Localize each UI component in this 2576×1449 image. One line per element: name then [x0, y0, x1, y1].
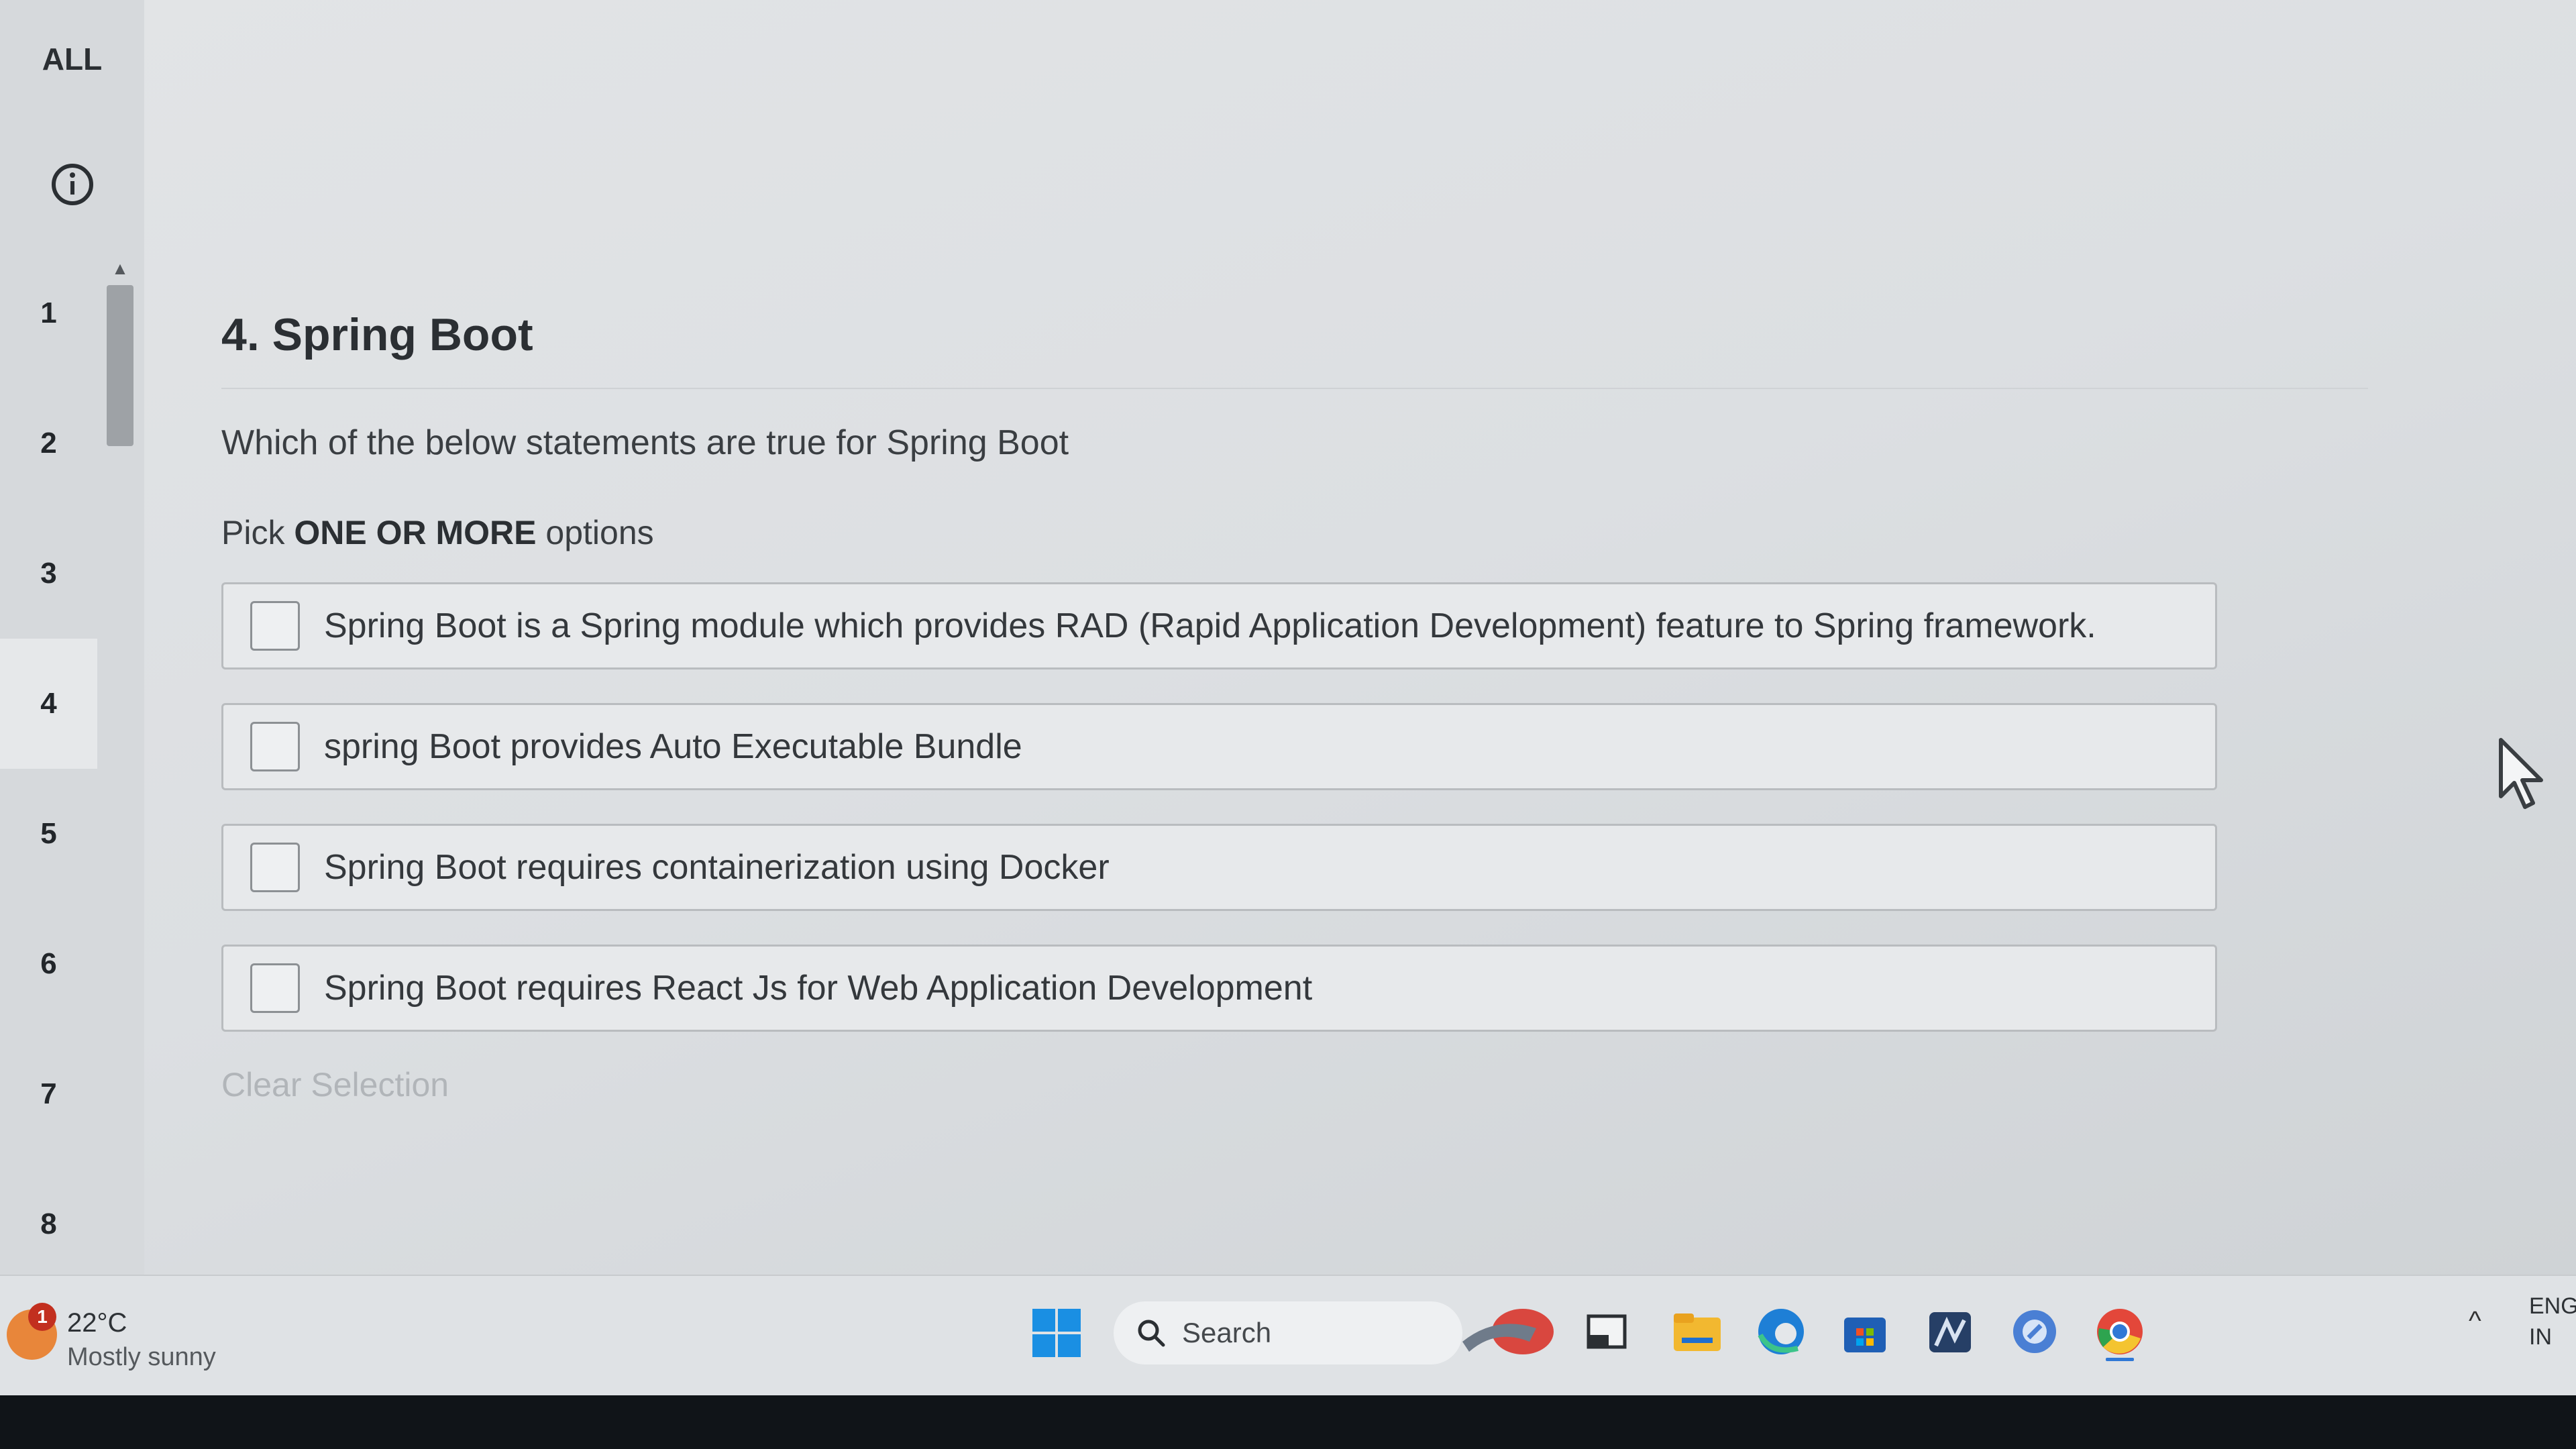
option-label: Spring Boot requires containerization us… — [324, 848, 1110, 887]
taskbar-search[interactable]: Search — [1114, 1301, 1462, 1364]
divider — [221, 388, 2368, 389]
screen-bezel — [0, 1395, 2576, 1449]
option-checkbox[interactable] — [250, 843, 300, 892]
question-navigator: ALL 1 2 3 4 5 6 7 8 ▲ ▼ — [0, 0, 144, 1301]
option-3[interactable]: Spring Boot requires containerization us… — [221, 824, 2217, 911]
option-4[interactable]: Spring Boot requires React Js for Web Ap… — [221, 945, 2217, 1032]
task-view-icon[interactable] — [1576, 1301, 1637, 1362]
question-text: Which of the below statements are true f… — [221, 423, 1069, 462]
widget-app-icon[interactable] — [1456, 1301, 1556, 1362]
nav-info[interactable] — [0, 127, 144, 241]
question-panel: 4. Spring Boot Which of the below statem… — [221, 309, 2368, 1104]
clear-selection-button[interactable]: Clear Selection — [221, 1065, 2234, 1104]
question-list: 1 2 3 4 5 6 7 8 — [0, 248, 97, 1289]
region-code: IN — [2529, 1324, 2552, 1350]
nav-question-3[interactable]: 3 — [0, 508, 97, 639]
search-label: Search — [1182, 1317, 1272, 1348]
option-label: Spring Boot is a Spring module which pro… — [324, 606, 2096, 645]
nav-question-6[interactable]: 6 — [0, 899, 97, 1029]
scroll-thumb[interactable] — [107, 285, 133, 446]
nav-question-8[interactable]: 8 — [0, 1159, 97, 1289]
info-icon — [51, 164, 93, 205]
tray-expand-icon[interactable]: ^ — [2469, 1306, 2481, 1336]
nav-question-4[interactable]: 4 — [0, 639, 97, 769]
mouse-cursor-icon — [2499, 738, 2543, 809]
notification-badge: 1 — [28, 1303, 56, 1331]
weather-condition: Mostly sunny — [67, 1343, 216, 1371]
option-checkbox[interactable] — [250, 722, 300, 771]
store-icon[interactable] — [1835, 1301, 1895, 1362]
sidebar-scrollbar[interactable]: ▲ ▼ — [104, 255, 136, 1301]
nav-question-5[interactable]: 5 — [0, 769, 97, 899]
weather-temperature: 22°C — [67, 1308, 127, 1338]
search-icon — [1138, 1320, 1165, 1347]
chrome-icon[interactable] — [2090, 1301, 2150, 1362]
language-indicator[interactable]: ENG IN — [2529, 1291, 2576, 1352]
question-title: 4. Spring Boot — [221, 309, 533, 360]
scroll-up-icon[interactable]: ▲ — [104, 255, 136, 282]
option-checkbox[interactable] — [250, 601, 300, 651]
taskbar: 1 22°C Mostly sunny Search ^ ENG IN — [0, 1275, 2576, 1397]
option-checkbox[interactable] — [250, 963, 300, 1013]
question-hint: Pick ONE OR MORE options — [221, 513, 2234, 552]
windows-start-icon[interactable] — [1030, 1306, 1083, 1360]
edge-icon[interactable] — [1751, 1301, 1811, 1362]
nav-question-2[interactable]: 2 — [0, 378, 97, 508]
hint-prefix: Pick — [221, 514, 294, 551]
language-code: ENG — [2529, 1293, 2576, 1319]
option-label: Spring Boot requires React Js for Web Ap… — [324, 969, 1313, 1008]
option-2[interactable]: spring Boot provides Auto Executable Bun… — [221, 703, 2217, 790]
option-1[interactable]: Spring Boot is a Spring module which pro… — [221, 582, 2217, 669]
option-label: spring Boot provides Auto Executable Bun… — [324, 727, 1022, 766]
hint-bold: ONE OR MORE — [294, 514, 537, 551]
hint-suffix: options — [536, 514, 654, 551]
screen: ALL 1 2 3 4 5 6 7 8 ▲ ▼ 4. Spring Boot — [0, 0, 2576, 1449]
weather-widget[interactable]: 1 22°C Mostly sunny — [7, 1303, 275, 1383]
nav-all[interactable]: ALL — [0, 0, 144, 117]
file-explorer-icon[interactable] — [1667, 1301, 1727, 1362]
nav-question-7[interactable]: 7 — [0, 1029, 97, 1159]
app-icon[interactable] — [1920, 1301, 1980, 1362]
app-icon-2[interactable] — [2004, 1301, 2065, 1362]
nav-question-1[interactable]: 1 — [0, 248, 97, 378]
